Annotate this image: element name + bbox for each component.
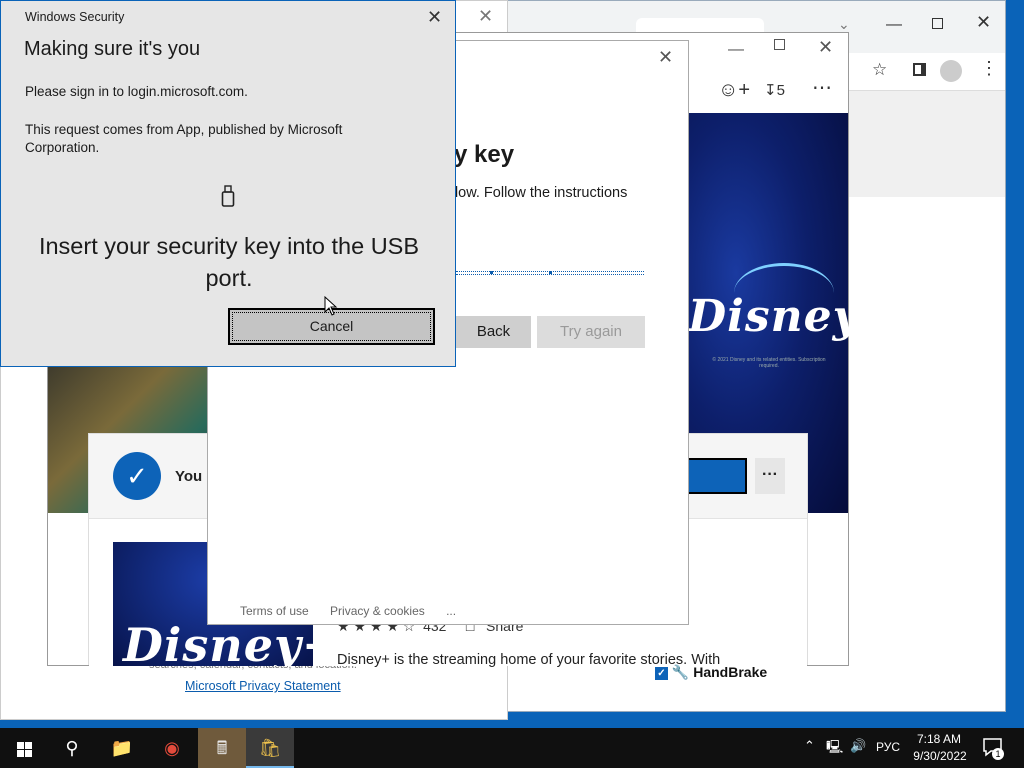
store-maximize-button[interactable] [774,39,785,50]
browser-minimize-button[interactable]: — [886,16,902,34]
start-button[interactable] [0,728,48,768]
try-again-button[interactable]: Try again [537,316,645,348]
progress-dot [490,271,493,274]
show-hidden-icons-icon[interactable]: ⌃ [804,738,815,754]
add-account-icon[interactable]: ☺+ [718,79,750,102]
network-icon[interactable]: 🖳 [826,738,843,760]
terms-of-use-link[interactable]: Terms of use [240,604,309,618]
browser-menu-icon[interactable]: ⋮ [980,58,998,79]
handbrake-label: HandBrake [693,664,768,680]
input-language-indicator[interactable]: РУС [876,740,900,754]
microsoft-store-icon[interactable]: 🛍 [246,728,294,768]
footer-more-button[interactable]: ... [446,604,456,618]
store-close-button[interactable]: ✕ [818,37,833,58]
handbrake-desktop-icon[interactable]: ✓ 🔧 HandBrake [655,664,767,681]
handbrake-emoji-icon: 🔧 [671,664,690,680]
progress-dot [549,271,552,274]
volume-icon[interactable]: 🔊 [850,738,866,754]
search-icon[interactable]: ⚲ [48,728,96,768]
chrome-icon[interactable]: ◉ [148,728,196,768]
taskbar: ⚲ 📁 ◉ 🖩 🛍 ⌃ 🖳 🔊 РУС 7:18 AM 9/30/2022 1 [0,728,1024,768]
bookmark-star-icon[interactable]: ☆ [872,60,887,80]
request-origin-message: This request comes from App, published b… [25,122,343,155]
dialog-close-button[interactable]: ✕ [658,47,673,68]
windows-security-dialog: Windows Security ✕ Making sure it's you … [0,0,456,367]
thumbnail-logo: Disney+ [123,618,313,666]
clock-date[interactable]: 9/30/2022 [908,749,972,763]
dialog-footer: Terms of use Privacy & cookies ... [240,604,474,618]
calculator-icon[interactable]: 🖩 [198,728,246,768]
privacy-statement-link[interactable]: Microsoft Privacy Statement [185,679,341,693]
focus-outline [232,312,431,341]
dialog-heading: Making sure it's you [24,38,201,60]
banner-copyright: © 2021 Disney and its related entities. … [712,357,826,369]
windows-logo-icon [16,741,32,757]
browser-close-button[interactable]: ✕ [976,12,991,33]
checkmark-icon: ✓ [113,452,161,500]
insert-key-message: Insert your security key into the USB po… [38,233,420,291]
browser-maximize-button[interactable] [932,18,943,29]
notification-count-badge: 1 [992,748,1004,760]
partial-window-close-button[interactable]: ✕ [478,6,493,27]
primary-action-button[interactable] [685,458,747,494]
side-panel-icon[interactable] [913,63,926,76]
store-minimize-button[interactable]: — [728,41,744,59]
disney-plus-logo: Disney+ [688,291,898,342]
back-button[interactable]: Back [456,316,531,348]
close-icon[interactable]: ✕ [427,7,442,28]
usb-key-icon [221,185,235,207]
more-options-button[interactable]: ··· [755,458,785,494]
file-explorer-icon[interactable]: 📁 [98,728,146,768]
privacy-cookies-link[interactable]: Privacy & cookies [330,604,425,618]
tab-search-icon[interactable]: ⌄ [838,16,850,33]
downloads-count: 5 [776,82,785,99]
clock-time[interactable]: 7:18 AM [914,732,964,746]
mouse-cursor-icon [324,296,338,316]
downloads-button[interactable]: ↧5 [764,81,785,99]
profile-avatar[interactable] [940,60,962,82]
checkbox-icon: ✓ [655,666,668,680]
store-more-icon[interactable]: ⋯ [812,75,832,100]
dialog-window-title: Windows Security [25,10,125,24]
signin-message: Please sign in to login.microsoft.com. [25,84,248,99]
dialog-instructions: ndow. Follow the instructions [442,185,628,201]
